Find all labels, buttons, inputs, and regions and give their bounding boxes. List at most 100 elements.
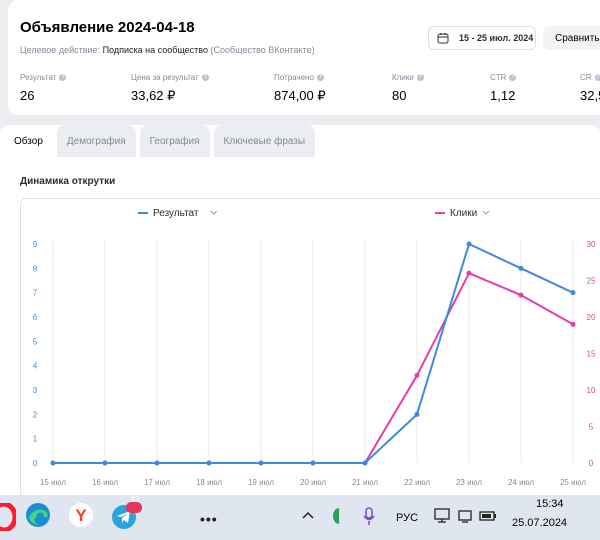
display-icon[interactable] (433, 508, 451, 524)
legend-label: Результат (153, 208, 199, 219)
data-point (310, 460, 316, 466)
metric-value: 874,00 ₽ (274, 88, 326, 103)
legend-label: Клики (450, 208, 477, 219)
calendar-icon (437, 33, 449, 44)
y-left-tick-label: 6 (33, 313, 38, 322)
y-left-tick-label: 2 (33, 410, 38, 419)
x-tick-label: 15 июл (40, 478, 66, 487)
telegram-badge: 93 (130, 495, 140, 504)
stats-panel: Обзор Демография География Ключевые фраз… (0, 125, 600, 498)
data-point (570, 290, 576, 296)
x-tick-label: 20 июл (300, 478, 326, 487)
target-action: Целевое действие: Подписка на сообщество… (20, 45, 315, 55)
x-tick-label: 21 июл (352, 478, 378, 487)
ad-header-card: Объявление 2024-04-18 Целевое действие: … (8, 0, 600, 115)
x-tick-label: 17 июл (144, 478, 170, 487)
y-right-tick-label: 30 (587, 240, 596, 249)
date-range-label: 15 - 25 июл. 2024 (459, 33, 534, 43)
data-point (466, 241, 472, 247)
data-point (518, 292, 524, 298)
delivery-chart: 0 1 2 3 4 5 6 7 8 9 0 5 10 15 20 25 30 15 июл 16 июл 17 и… (20, 198, 600, 498)
data-point (414, 411, 420, 417)
y-right-tick-label: 25 (587, 277, 596, 286)
data-point (102, 460, 108, 466)
data-point (414, 372, 420, 378)
clock-time[interactable]: 15:34 (536, 498, 564, 510)
help-icon[interactable]: ? (509, 74, 517, 81)
metric-label: CTR (490, 73, 507, 82)
metric-clicks: Клики? 80 (392, 73, 424, 103)
target-action-link[interactable]: (Сообщество ВКонтакте) (211, 45, 315, 55)
tab-key-phrases[interactable]: Ключевые фразы (213, 125, 316, 157)
data-point (154, 460, 160, 466)
help-icon[interactable]: ? (316, 74, 324, 81)
compare-button[interactable]: Сравнить (543, 26, 600, 50)
y-right-tick-label: 15 (587, 350, 596, 359)
metric-result: Результат? 26 (20, 73, 67, 103)
more-apps-icon[interactable]: ••• (200, 511, 218, 527)
metric-label: Потрачено (274, 73, 314, 82)
metric-spent: Потрачено? 874,00 ₽ (274, 73, 326, 104)
y-right-tick-label: 10 (587, 386, 596, 395)
data-point (362, 460, 368, 466)
data-point (50, 460, 56, 466)
x-tick-label: 19 июл (248, 478, 274, 487)
tab-overview[interactable]: Обзор (4, 125, 53, 157)
language-indicator[interactable]: РУС (396, 512, 418, 524)
metric-value: 33,62 ₽ (131, 88, 176, 103)
x-tick-label: 16 июл (92, 478, 118, 487)
metric-cr: CR? 32,5 (580, 73, 600, 103)
y-left-tick-label: 5 (33, 337, 38, 346)
y-right-tick-label: 20 (587, 313, 596, 322)
metric-value: 1,12 (490, 88, 516, 103)
data-point (258, 460, 264, 466)
y-left-tick-label: 4 (33, 362, 38, 371)
y-left-tick-label: 8 (33, 264, 38, 273)
metric-label: CR (580, 73, 592, 82)
y-right-tick-label: 0 (589, 459, 594, 468)
metric-label: Результат (20, 73, 57, 82)
tab-geography[interactable]: География (139, 125, 210, 157)
chevron-up-icon[interactable] (301, 510, 315, 520)
x-tick-label: 23 июл (456, 478, 482, 487)
svg-text:Y: Y (75, 506, 87, 525)
x-tick-label: 24 июл (508, 478, 534, 487)
help-icon[interactable]: ? (416, 74, 424, 81)
help-icon[interactable]: ? (59, 74, 67, 81)
metric-value: 26 (20, 88, 35, 103)
y-left-tick-label: 9 (33, 240, 38, 249)
y-left-tick-label: 1 (33, 435, 38, 444)
target-action-label: Целевое действие: (20, 45, 101, 55)
taskbar: Y 93 ••• РУС 15:34 25.07.2024 (0, 495, 600, 540)
metric-value: 32,5 (580, 88, 600, 103)
microphone-icon[interactable] (362, 506, 376, 526)
help-icon[interactable]: ? (201, 74, 209, 81)
clock-date[interactable]: 25.07.2024 (512, 517, 567, 529)
help-icon[interactable]: ? (594, 74, 600, 81)
line-chart: 0 1 2 3 4 5 6 7 8 9 0 5 10 15 20 25 30 15 июл 16 июл 17 и… (33, 208, 596, 487)
x-tick-label: 25 июл (560, 478, 586, 487)
data-point (206, 460, 212, 466)
y-left-tick-label: 7 (33, 289, 38, 298)
metric-ctr: CTR? 1,12 (490, 73, 517, 103)
tab-demography[interactable]: Демография (56, 125, 136, 157)
battery-icon[interactable] (478, 508, 498, 524)
shield-status-icon[interactable] (331, 507, 347, 525)
chevron-down-icon (210, 210, 218, 215)
edge-icon[interactable] (25, 502, 51, 528)
chevron-down-icon (482, 210, 490, 215)
page-title: Объявление 2024-04-18 (20, 19, 195, 36)
data-point (570, 321, 576, 327)
y-left-tick-label: 3 (33, 386, 38, 395)
x-tick-label: 22 июл (404, 478, 430, 487)
y-left-tick-label: 0 (33, 459, 38, 468)
data-point (466, 270, 472, 276)
network-icon[interactable] (457, 508, 473, 524)
tab-bar: Обзор Демография География Ключевые фраз… (4, 125, 319, 157)
opera-icon[interactable] (0, 503, 16, 531)
yandex-browser-icon[interactable]: Y (68, 502, 94, 528)
telegram-icon[interactable] (111, 502, 145, 532)
metric-label: Клики (392, 73, 414, 82)
date-range-picker[interactable]: 15 - 25 июл. 2024 (428, 26, 536, 50)
data-point (518, 265, 524, 271)
